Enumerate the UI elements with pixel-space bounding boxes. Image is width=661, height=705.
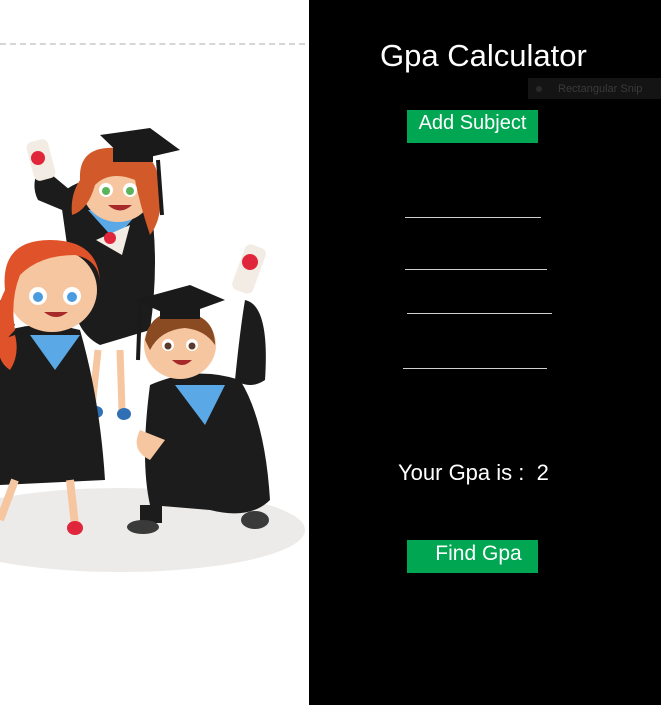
graduates-illustration [0,128,305,572]
snip-overlay[interactable]: Rectangular Snip [528,78,661,99]
page-title: Gpa Calculator [380,38,587,73]
gpa-result: Your Gpa is : 2 [398,460,549,486]
subject-input-2[interactable] [405,249,547,270]
snip-label: Rectangular Snip [558,82,643,95]
gpa-value: 2 [536,460,549,485]
snip-icon [536,85,542,92]
subject-input-1[interactable] [405,197,541,218]
find-gpa-button[interactable]: Find Gpa [407,540,538,573]
subject-input-3[interactable] [407,293,552,314]
subject-input-4[interactable] [403,348,547,369]
gpa-label: Your Gpa is : [398,460,525,485]
add-subject-button[interactable]: Add Subject [407,110,538,143]
illustration-panel [0,0,309,705]
